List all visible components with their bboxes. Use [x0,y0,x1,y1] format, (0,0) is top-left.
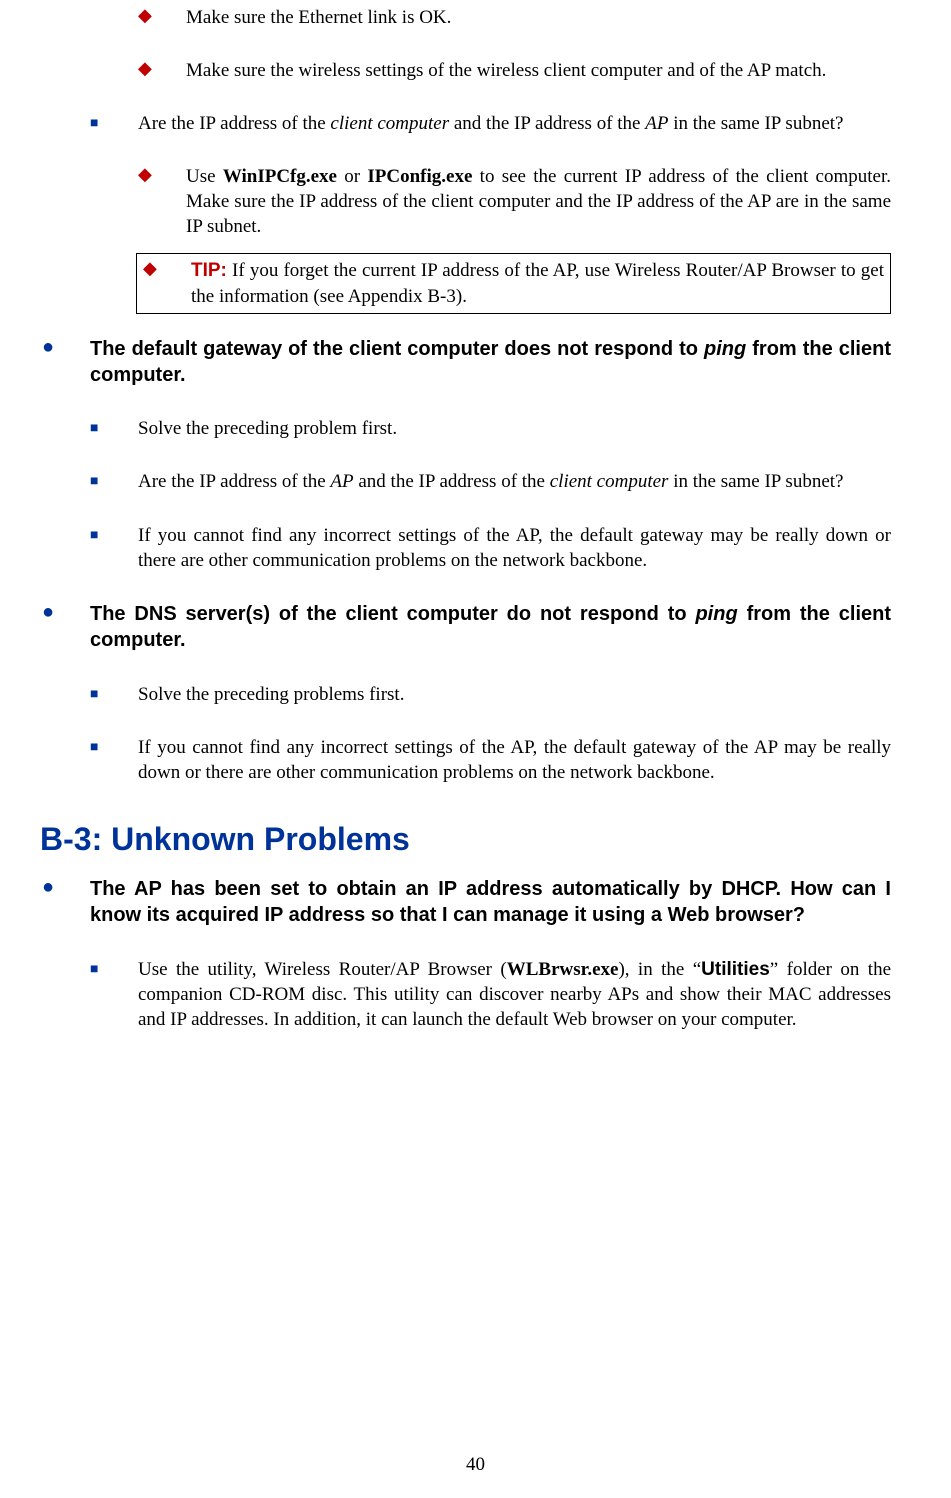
text: in the same IP subnet? [668,471,843,492]
section-title: B-3: Unknown Problems [40,821,891,858]
square-bullet-icon: ■ [90,528,98,543]
text: Use the utility, Wireless Router/AP Brow… [138,959,507,980]
text: Are the IP address of the [138,113,330,134]
square-bullet-icon: ■ [90,740,98,755]
diamond-bullet-icon: ◆ [143,258,157,279]
list-heading: ● The AP has been set to obtain an IP ad… [40,876,891,929]
text-italic: client computer [550,471,669,492]
body-text: If you cannot find any incorrect setting… [138,523,891,573]
text-bold: Utilities [701,959,770,980]
body-text: Are the IP address of the client compute… [138,111,891,136]
list-item: ■ If you cannot find any incorrect setti… [88,523,891,573]
text: Use [186,166,223,187]
heading-text: The default gateway of the client comput… [90,336,891,389]
text-bold: IPConfig.exe [367,166,472,187]
body-text: If you cannot find any incorrect setting… [138,735,891,785]
square-bullet-icon: ■ [90,474,98,489]
diamond-bullet-icon: ◆ [138,58,152,79]
diamond-bullet-icon: ◆ [138,164,152,185]
text: The default gateway of the client comput… [90,338,704,360]
square-bullet-icon: ■ [90,421,98,436]
text: The DNS server(s) of the client computer… [90,603,695,625]
tip-box: ◆ TIP: If you forget the current IP addr… [136,253,891,313]
disc-bullet-icon: ● [42,336,54,358]
list-item: ◆ Make sure the Ethernet link is OK. [136,5,891,30]
list-item: ◆ TIP: If you forget the current IP addr… [137,258,884,308]
text-italic: AP [330,471,353,492]
text-italic: client computer [330,113,449,134]
text: ), in the “ [618,959,701,980]
body-text: Are the IP address of the AP and the IP … [138,469,891,494]
list-item: ■ Solve the preceding problems first. [88,682,891,707]
page-number: 40 [0,1454,951,1476]
heading-text: The DNS server(s) of the client computer… [90,601,891,654]
square-bullet-icon: ■ [90,962,98,977]
list-item: ◆ Make sure the wireless settings of the… [136,58,891,83]
text: If you forget the current IP address of … [191,260,884,306]
list-item: ■ Are the IP address of the client compu… [88,111,891,136]
square-bullet-icon: ■ [90,116,98,131]
square-bullet-icon: ■ [90,687,98,702]
list-item: ■ Use the utility, Wireless Router/AP Br… [88,957,891,1032]
list-item: ◆ Use WinIPCfg.exe or IPConfig.exe to se… [136,164,891,239]
body-text: Solve the preceding problems first. [138,682,891,707]
body-text: Make sure the wireless settings of the w… [186,58,891,83]
text-italic: ping [695,603,737,625]
disc-bullet-icon: ● [42,876,54,898]
list-item: ■ If you cannot find any incorrect setti… [88,735,891,785]
diamond-bullet-icon: ◆ [138,5,152,26]
body-text: TIP: If you forget the current IP addres… [191,258,884,308]
list-item: ■ Are the IP address of the AP and the I… [88,469,891,494]
text: in the same IP subnet? [668,113,843,134]
text: and the IP address of the [354,471,550,492]
disc-bullet-icon: ● [42,601,54,623]
text: and the IP address of the [449,113,645,134]
body-text: Use the utility, Wireless Router/AP Brow… [138,957,891,1032]
body-text: Use WinIPCfg.exe or IPConfig.exe to see … [186,164,891,239]
text: or [337,166,367,187]
list-heading: ● The default gateway of the client comp… [40,336,891,389]
body-text: Solve the preceding problem first. [138,416,891,441]
list-item: ■ Solve the preceding problem first. [88,416,891,441]
text-bold: WinIPCfg.exe [223,166,337,187]
page-container: ◆ Make sure the Ethernet link is OK. ◆ M… [0,0,951,1498]
tip-label: TIP: [191,260,227,281]
text-italic: AP [645,113,668,134]
text-bold: WLBrwsr.exe [507,959,619,980]
list-heading: ● The DNS server(s) of the client comput… [40,601,891,654]
body-text: Make sure the Ethernet link is OK. [186,5,891,30]
heading-text: The AP has been set to obtain an IP addr… [90,876,891,929]
text: Are the IP address of the [138,471,330,492]
text-italic: ping [704,338,746,360]
